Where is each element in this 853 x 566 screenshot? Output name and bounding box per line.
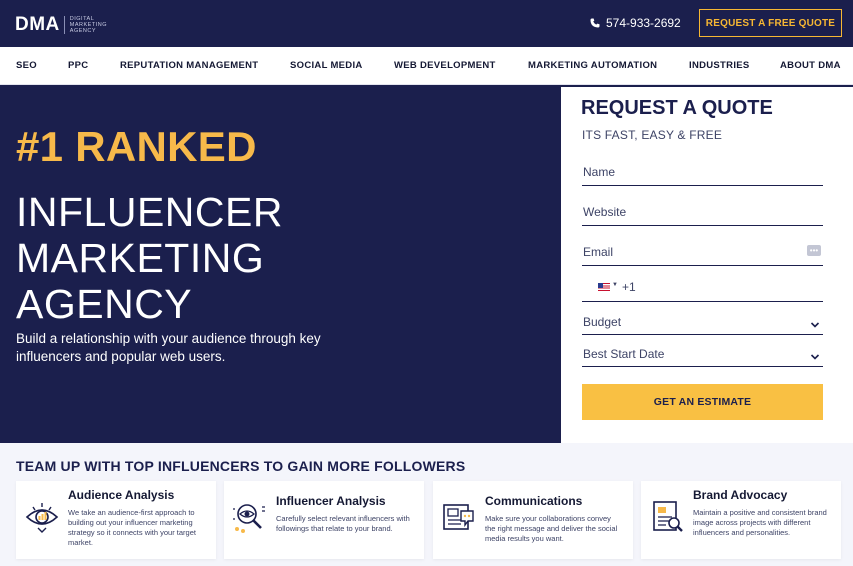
card-audience-analysis: Audience Analysis We take an audience-fi…: [16, 481, 216, 559]
phone-country-code: +1: [622, 280, 636, 294]
get-estimate-button[interactable]: GET AN ESTIMATE: [582, 384, 823, 420]
email-placeholder: Email: [583, 245, 614, 259]
nav-seo[interactable]: SEO: [16, 60, 37, 71]
start-date-select[interactable]: Best Start Date: [582, 343, 823, 367]
website-placeholder: Website: [583, 205, 627, 219]
us-flag-icon[interactable]: [598, 283, 610, 291]
phone-field[interactable]: ▼ +1: [582, 275, 823, 302]
form-subtitle: ITS FAST, EASY & FREE: [582, 128, 723, 142]
influencer-search-icon: [233, 504, 265, 533]
nav-about-dma[interactable]: ABOUT DMA: [780, 60, 841, 71]
chevron-down-icon: [810, 354, 820, 360]
name-field[interactable]: Name: [582, 159, 823, 186]
card-description: Make sure your collaborations convey the…: [485, 514, 618, 543]
logo-mark: DMA: [15, 14, 60, 35]
request-free-quote-button[interactable]: REQUEST A FREE QUOTE: [699, 9, 842, 37]
chevron-down-icon: [810, 322, 820, 328]
card-description: We take an audience-first approach to bu…: [68, 508, 196, 547]
autofill-icon[interactable]: •••: [807, 245, 821, 256]
country-caret-icon[interactable]: ▼: [612, 282, 618, 288]
card-description: Maintain a positive and consistent brand…: [693, 508, 827, 537]
hero-title-line-1: INFLUENCER: [16, 189, 283, 235]
hero-title-line-2: MARKETING: [16, 235, 265, 281]
start-date-label: Best Start Date: [583, 347, 665, 361]
communications-icon: [443, 504, 474, 530]
card-title: Audience Analysis: [68, 488, 175, 502]
nav-industries[interactable]: INDUSTRIES: [689, 60, 750, 71]
phone-icon: [590, 18, 600, 28]
nav-social-media[interactable]: SOCIAL MEDIA: [290, 60, 363, 71]
hero-title: INFLUENCER MARKETING AGENCY: [16, 189, 316, 327]
nav-reputation-management[interactable]: REPUTATION MANAGEMENT: [120, 60, 258, 71]
main-nav: SEO PPC REPUTATION MANAGEMENT SOCIAL MED…: [0, 47, 853, 85]
section-title: TEAM UP WITH TOP INFLUENCERS TO GAIN MOR…: [16, 458, 466, 474]
card-communications: Communications Make sure your collaborat…: [433, 481, 633, 559]
nav-marketing-automation[interactable]: MARKETING AUTOMATION: [528, 60, 657, 71]
quote-form: REQUEST A QUOTE ITS FAST, EASY & FREE Na…: [561, 87, 853, 443]
logo-divider: [63, 16, 65, 34]
card-brand-advocacy: Brand Advocacy Maintain a positive and c…: [641, 481, 841, 559]
hero-rank-heading: #1 RANKED: [16, 123, 257, 170]
brand-document-icon: [653, 501, 683, 532]
nav-web-development[interactable]: WEB DEVELOPMENT: [394, 60, 496, 71]
card-title: Brand Advocacy: [693, 488, 788, 502]
budget-label: Budget: [583, 315, 622, 329]
logo[interactable]: DMA DIGITAL MARKETING AGENCY: [15, 14, 110, 36]
name-placeholder: Name: [583, 165, 616, 179]
form-title: REQUEST A QUOTE: [581, 97, 773, 119]
phone-link[interactable]: 574-933-2692: [590, 16, 681, 30]
nav-ppc[interactable]: PPC: [68, 60, 88, 71]
budget-select[interactable]: Budget: [582, 311, 823, 335]
audience-eye-icon: [25, 503, 59, 533]
phone-number: 574-933-2692: [606, 16, 681, 30]
hero-title-line-3: AGENCY: [16, 281, 193, 327]
card-title: Communications: [485, 494, 583, 508]
hero-description: Build a relationship with your audience …: [16, 331, 321, 364]
card-title: Influencer Analysis: [276, 494, 386, 508]
website-field[interactable]: Website: [582, 199, 823, 226]
email-field[interactable]: Email •••: [582, 239, 823, 266]
card-influencer-analysis: Influencer Analysis Carefully select rel…: [224, 481, 424, 559]
logo-subtitle: DIGITAL MARKETING AGENCY: [69, 16, 107, 34]
top-bar: DMA DIGITAL MARKETING AGENCY 574-933-269…: [0, 0, 853, 47]
card-description: Carefully select relevant influencers wi…: [276, 514, 410, 533]
